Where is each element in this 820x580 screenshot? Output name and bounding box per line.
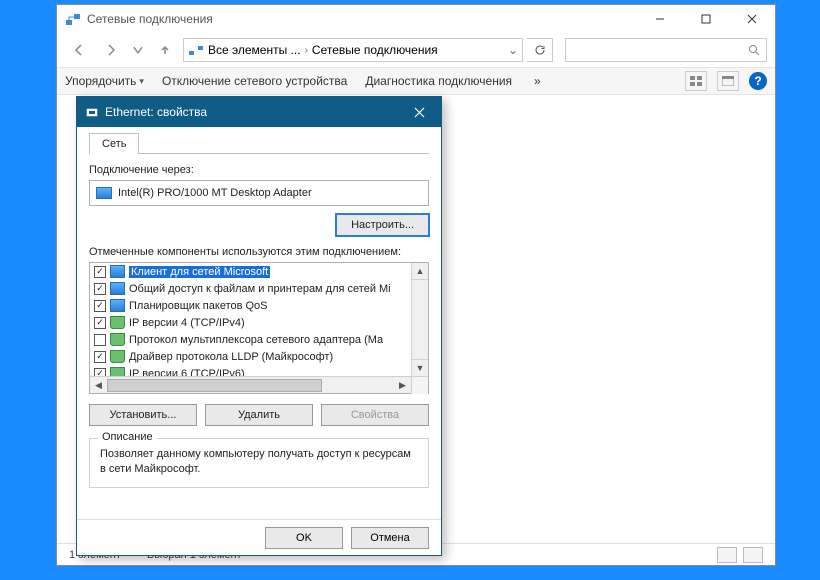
status-view-details[interactable] [717, 547, 737, 563]
components-label: Отмеченные компоненты используются этим … [89, 246, 429, 258]
toolbar-organize[interactable]: Упорядочить▾ [65, 74, 144, 88]
component-label: Клиент для сетей Microsoft [129, 266, 270, 278]
component-checkbox[interactable] [94, 351, 106, 363]
protocol-icon [110, 333, 125, 346]
service-icon [110, 282, 125, 295]
component-label: Протокол мультиплексора сетевого адаптер… [129, 334, 383, 346]
history-dropdown[interactable] [129, 37, 147, 63]
scroll-right-icon[interactable]: ▶ [394, 377, 411, 394]
adapter-icon [96, 187, 112, 199]
component-label: IP версии 4 (TCP/IPv4) [129, 317, 245, 329]
ok-button[interactable]: OK [265, 527, 343, 549]
help-button[interactable]: ? [749, 72, 767, 90]
close-button[interactable] [729, 5, 775, 33]
maximize-button[interactable] [683, 5, 729, 33]
hscroll-thumb[interactable] [107, 379, 322, 392]
protocol-icon [110, 350, 125, 363]
view-button-2[interactable] [717, 71, 739, 91]
address-dropdown[interactable]: ⌄ [508, 43, 518, 57]
cancel-button[interactable]: Отмена [351, 527, 429, 549]
remove-button[interactable]: Удалить [205, 404, 313, 426]
component-label: Общий доступ к файлам и принтерам для се… [129, 283, 391, 295]
properties-button[interactable]: Свойства [321, 404, 429, 426]
component-checkbox[interactable] [94, 368, 106, 377]
scroll-up-icon[interactable]: ▲ [412, 263, 428, 280]
dialog-footer: OK Отмена [77, 519, 441, 555]
explorer-titlebar: Сетевые подключения [57, 5, 775, 33]
component-row[interactable]: Протокол мультиплексора сетевого адаптер… [90, 331, 428, 348]
forward-button[interactable] [97, 37, 125, 63]
back-button[interactable] [65, 37, 93, 63]
refresh-button[interactable] [527, 38, 553, 62]
dialog-title: Ethernet: свойства [105, 105, 207, 119]
dialog-tabs: Сеть [89, 133, 429, 154]
vertical-scrollbar[interactable]: ▲ ▼ [411, 263, 428, 376]
ethernet-icon [85, 105, 99, 119]
breadcrumb-part1[interactable]: Все элементы ... [208, 43, 301, 57]
component-checkbox[interactable] [94, 266, 106, 278]
horizontal-scrollbar[interactable]: ◀ ▶ [90, 376, 428, 393]
connect-via-label: Подключение через: [89, 164, 429, 176]
component-row[interactable]: Драйвер протокола LLDP (Майкрософт) [90, 348, 428, 365]
view-button-1[interactable] [685, 71, 707, 91]
component-row[interactable]: Планировщик пакетов QoS [90, 297, 428, 314]
protocol-icon [110, 367, 125, 376]
status-view-icons[interactable] [743, 547, 763, 563]
network-connections-icon [65, 11, 81, 27]
breadcrumb-part2[interactable]: Сетевые подключения [312, 43, 438, 57]
up-button[interactable] [151, 37, 179, 63]
toolbar-diagnose[interactable]: Диагностика подключения [365, 74, 512, 88]
components-list: Клиент для сетей Microsoft Общий доступ к… [89, 262, 429, 394]
tab-network[interactable]: Сеть [89, 133, 139, 154]
service-icon [110, 265, 125, 278]
search-box[interactable] [565, 38, 767, 62]
component-row[interactable]: Общий доступ к файлам и принтерам для се… [90, 280, 428, 297]
component-label: IP версии 6 (TCP/IPv6) [129, 368, 245, 377]
toolbar-overflow[interactable]: » [534, 74, 541, 88]
dialog-close-button[interactable] [397, 97, 441, 127]
properties-dialog: Ethernet: свойства Сеть Подключение чере… [76, 96, 442, 556]
component-row[interactable]: Клиент для сетей Microsoft [90, 263, 428, 280]
install-button[interactable]: Установить... [89, 404, 197, 426]
component-checkbox[interactable] [94, 334, 106, 346]
component-checkbox[interactable] [94, 283, 106, 295]
service-icon [110, 299, 125, 312]
scroll-down-icon[interactable]: ▼ [412, 359, 428, 376]
description-legend: Описание [98, 431, 157, 443]
explorer-title: Сетевые подключения [87, 12, 213, 26]
explorer-toolbar: Упорядочить▾ Отключение сетевого устройс… [57, 67, 775, 95]
adapter-name: Intel(R) PRO/1000 MT Desktop Adapter [118, 187, 312, 199]
component-row[interactable]: IP версии 6 (TCP/IPv6) [90, 365, 428, 376]
toolbar-disable-device[interactable]: Отключение сетевого устройства [162, 74, 347, 88]
components-items[interactable]: Клиент для сетей Microsoft Общий доступ к… [90, 263, 428, 376]
dialog-titlebar: Ethernet: свойства [77, 97, 441, 127]
description-group: Описание Позволяет данному компьютеру по… [89, 438, 429, 488]
configure-button[interactable]: Настроить... [336, 214, 429, 236]
component-checkbox[interactable] [94, 300, 106, 312]
minimize-button[interactable] [637, 5, 683, 33]
search-icon [748, 44, 760, 56]
protocol-icon [110, 316, 125, 329]
explorer-navbar: Все элементы ... › Сетевые подключения ⌄ [57, 33, 775, 67]
component-label: Драйвер протокола LLDP (Майкрософт) [129, 351, 333, 363]
component-label: Планировщик пакетов QoS [129, 300, 268, 312]
scroll-left-icon[interactable]: ◀ [90, 377, 107, 394]
component-checkbox[interactable] [94, 317, 106, 329]
description-text: Позволяет данному компьютеру получать до… [100, 447, 418, 477]
adapter-box: Intel(R) PRO/1000 MT Desktop Adapter [89, 180, 429, 206]
component-row[interactable]: IP версии 4 (TCP/IPv4) [90, 314, 428, 331]
breadcrumb-separator: › [305, 45, 308, 56]
location-icon [188, 43, 204, 57]
dialog-body: Сеть Подключение через: Intel(R) PRO/100… [77, 127, 441, 519]
address-bar[interactable]: Все элементы ... › Сетевые подключения ⌄ [183, 38, 523, 62]
